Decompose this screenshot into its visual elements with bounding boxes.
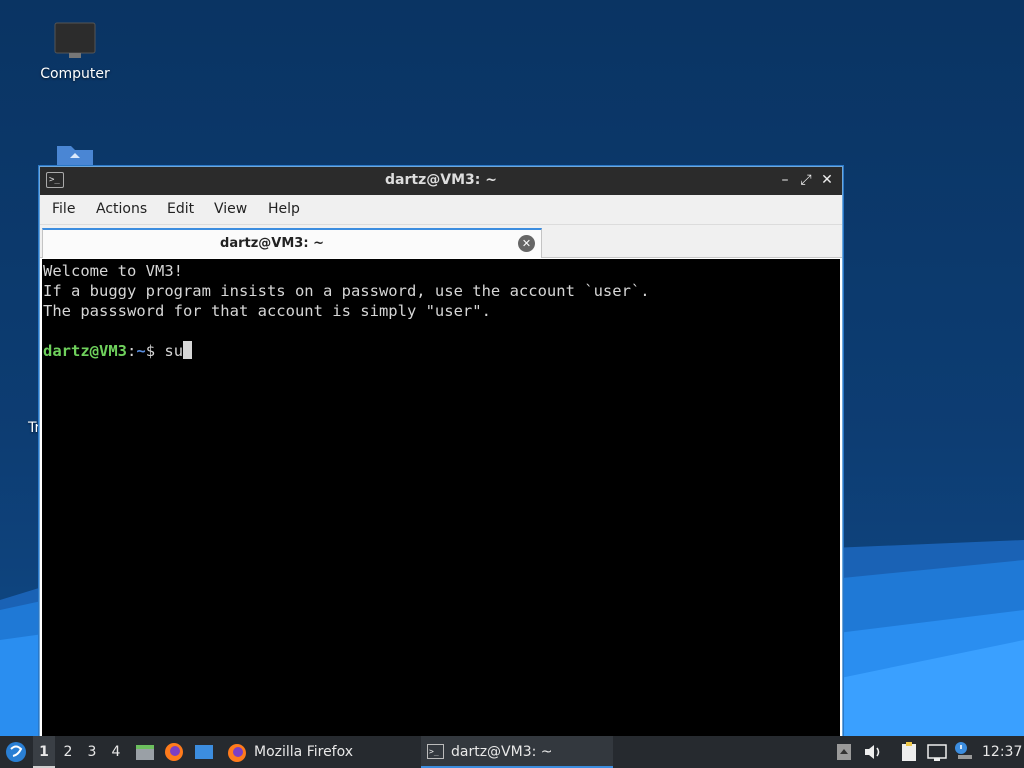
menu-bar: File Actions Edit View Help <box>40 195 842 225</box>
tray-notification[interactable] <box>952 736 974 768</box>
menu-view[interactable]: View <box>214 201 247 217</box>
volume-icon <box>865 745 880 759</box>
tray-clipboard[interactable] <box>898 736 920 768</box>
prompt-path: ~ <box>136 342 146 360</box>
command-input[interactable]: su <box>164 342 183 360</box>
tab-terminal[interactable]: dartz@VM3: ~ ✕ <box>42 228 542 258</box>
task-terminal[interactable]: >_ dartz@VM3: ~ <box>421 736 613 768</box>
file-manager-icon <box>136 745 154 760</box>
network-icon <box>927 744 947 761</box>
workspace-1[interactable]: 1 <box>33 736 55 768</box>
taskbar: 1 2 3 4 Mozilla Firefox >_ dartz@VM3: ~ <box>0 736 1024 768</box>
eject-icon <box>837 744 851 760</box>
task-label: dartz@VM3: ~ <box>451 744 553 760</box>
text-cursor <box>183 341 193 359</box>
prompt-separator: : <box>127 342 137 360</box>
menu-help[interactable]: Help <box>268 201 300 217</box>
monitor-icon <box>54 22 96 58</box>
notification-icon <box>955 742 972 759</box>
terminal-line: If a buggy program insists on a password… <box>43 282 650 300</box>
menu-edit[interactable]: Edit <box>167 201 194 217</box>
prompt-symbol: $ <box>145 342 165 360</box>
minimize-button[interactable]: – <box>776 171 794 189</box>
terminal-line: Welcome to VM3! <box>43 262 183 280</box>
task-firefox[interactable]: Mozilla Firefox <box>224 736 416 768</box>
start-menu-button[interactable] <box>4 736 30 768</box>
terminal-window: >_ dartz@VM3: ~ – ⤢ ✕ File Actions Edit … <box>39 166 843 740</box>
restore-button[interactable]: ⤢ <box>797 171 815 189</box>
tab-bar: dartz@VM3: ~ ✕ <box>40 225 842 258</box>
clock[interactable]: 12:37 <box>982 736 1022 768</box>
window-titlebar[interactable]: >_ dartz@VM3: ~ – ⤢ ✕ <box>40 167 842 195</box>
terminal-prompt-line: dartz@VM3:~$ su <box>43 341 840 361</box>
workspace-4[interactable]: 4 <box>105 736 127 768</box>
tray-eject[interactable] <box>834 736 854 768</box>
close-button[interactable]: ✕ <box>818 171 836 189</box>
tab-close-icon[interactable]: ✕ <box>518 235 535 252</box>
workspace-2[interactable]: 2 <box>57 736 79 768</box>
launcher-firefox[interactable] <box>163 736 185 768</box>
desktop-icon <box>195 745 213 759</box>
app-menu-icon <box>6 742 26 762</box>
firefox-icon <box>165 743 183 761</box>
firefox-icon <box>228 744 246 762</box>
tab-label: dartz@VM3: ~ <box>220 236 324 251</box>
workspace-3[interactable]: 3 <box>81 736 103 768</box>
window-title: dartz@VM3: ~ <box>385 172 497 188</box>
menu-actions[interactable]: Actions <box>96 201 147 217</box>
launcher-file-manager[interactable] <box>134 736 156 768</box>
terminal-output[interactable]: Welcome to VM3! If a buggy program insist… <box>42 259 840 739</box>
menu-file[interactable]: File <box>52 201 75 217</box>
launcher-desktop[interactable] <box>193 736 215 768</box>
clipboard-icon <box>902 742 916 761</box>
desktop-icon-computer[interactable]: Computer <box>30 20 120 82</box>
terminal-icon: >_ <box>427 744 444 759</box>
prompt-user-host: dartz@VM3 <box>43 342 127 360</box>
tray-network[interactable] <box>926 736 948 768</box>
terminal-line: The passsword for that account is simply… <box>43 302 491 320</box>
tray-volume[interactable] <box>862 736 884 768</box>
desktop-icon-label: Computer <box>40 66 110 82</box>
task-label: Mozilla Firefox <box>254 744 354 760</box>
